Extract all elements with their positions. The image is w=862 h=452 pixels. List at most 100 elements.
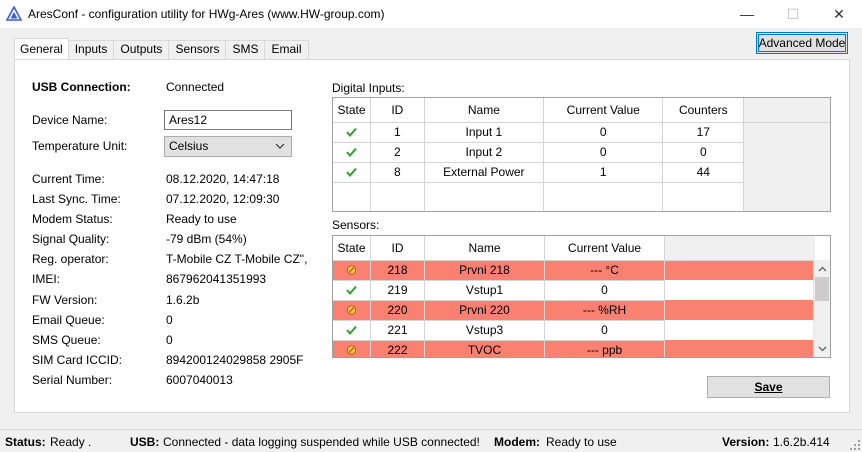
tab-sensors[interactable]: Sensors [168,40,227,59]
error-icon [333,304,370,316]
tab-email[interactable]: Email [264,40,309,59]
modem-status-value: Ready to use [166,212,237,226]
column-header-state[interactable]: State [333,98,371,123]
sensors-scrollbar[interactable] [813,260,830,357]
error-icon [333,264,370,276]
id-cell: 221 [370,320,425,341]
usb-status-label: USB: [130,435,160,449]
close-button[interactable]: ✕ [816,0,862,28]
sms-queue-label: SMS Queue: [32,333,101,347]
maximize-button[interactable]: ☐ [770,0,816,28]
current-time-value: 08.12.2020, 14:47:18 [166,172,280,186]
temperature-unit-select[interactable]: Celsius [164,136,292,157]
check-icon [333,284,370,296]
counter-cell: 0 [662,142,745,163]
name-cell: Vstup3 [424,320,545,341]
state-cell [333,280,371,301]
modem-status-bar-label: Modem: [494,435,540,449]
table-row[interactable]: 222 TVOC --- ppb [333,340,815,357]
state-cell [333,260,371,281]
version-value: 1.6.2b.414 [773,435,830,449]
state-cell [333,122,371,143]
column-header-current-value[interactable]: Current Value [544,236,665,261]
status-bar: Status: Ready . USB: Connected - data lo… [0,429,862,452]
value-cell: --- °C [544,260,665,281]
sensors-title: Sensors: [332,218,380,232]
state-cell [333,162,371,183]
maximize-icon: ☐ [786,5,800,22]
scroll-up-icon[interactable] [814,260,830,277]
last-sync-time-value: 07.12.2020, 12:09:30 [166,192,280,206]
tab-general[interactable]: General [14,38,69,59]
usb-status-value: Connected - data logging suspended while… [163,435,480,449]
state-cell [333,320,371,341]
table-row[interactable]: 221 Vstup3 0 [333,320,815,341]
advanced-mode-button[interactable]: Advanced Mode [756,32,848,54]
save-button[interactable]: Save [707,376,830,398]
value-cell: --- %RH [544,300,665,321]
name-cell: TVOC [424,340,545,357]
error-icon [333,344,370,356]
usb-connection-value: Connected [166,80,225,94]
digital-inputs-title: Digital Inputs: [332,81,405,95]
status-value: Ready . [50,435,92,449]
column-header-current-value[interactable]: Current Value [543,98,664,123]
minimize-button[interactable]: — [724,0,770,28]
modem-status-label: Modem Status: [32,212,113,226]
counter-cell: 17 [662,122,745,143]
resize-grip-icon[interactable] [850,440,860,450]
tab-sms[interactable]: SMS [225,40,266,59]
imei-label: IMEI: [32,272,61,286]
row-filler [664,340,815,357]
current-time-label: Current Time: [32,172,105,186]
row-filler [664,260,815,280]
scrollbar-thumb[interactable] [815,277,829,301]
close-icon: ✕ [833,5,845,22]
check-icon [333,324,370,336]
id-cell: 218 [370,260,425,281]
column-header-id[interactable]: ID [370,98,425,123]
id-cell: 222 [370,340,425,357]
column-header-counters[interactable]: Counters [662,98,745,123]
value-cell: --- ppb [544,340,665,357]
fw-version-label: FW Version: [32,293,98,307]
scroll-down-icon[interactable] [814,340,830,357]
sim-iccid-label: SIM Card ICCID: [32,353,123,367]
name-cell: Input 2 [424,142,545,163]
column-header-name[interactable]: Name [424,98,545,123]
reg-operator-value: T-Mobile CZ T-Mobile CZ", [166,252,308,266]
row-filler [743,122,830,142]
modem-status-bar-value: Ready to use [546,435,617,449]
minimize-icon: — [740,6,754,22]
title-bar: AresConf - configuration utility for HWg… [0,0,862,28]
table-row[interactable]: 8 External Power 1 44 [333,162,830,183]
table-row[interactable]: 2 Input 2 0 0 [333,142,830,163]
signal-quality-value: -79 dBm (54%) [166,232,247,246]
sensors-grid[interactable]: State ID Name Current Value 218 Prvni 21… [332,235,831,358]
reg-operator-label: Reg. operator: [32,252,109,266]
id-cell: 1 [370,122,425,143]
column-header-name[interactable]: Name [424,236,545,261]
header-filler [743,98,830,123]
row-filler [664,320,815,340]
tab-inputs[interactable]: Inputs [67,40,115,59]
column-header-id[interactable]: ID [370,236,425,261]
device-name-field[interactable]: Ares12 [164,110,292,130]
name-cell: Prvni 218 [424,260,545,281]
table-row[interactable]: 219 Vstup1 0 [333,280,815,301]
value-cell: 0 [543,122,664,143]
table-row[interactable]: 220 Prvni 220 --- %RH [333,300,815,321]
id-cell: 219 [370,280,425,301]
header-filler [664,236,815,261]
column-header-state[interactable]: State [333,236,371,261]
value-cell: 0 [544,280,665,301]
digital-inputs-grid[interactable]: State ID Name Current Value Counters 1 I… [332,97,831,212]
tab-outputs[interactable]: Outputs [113,40,170,59]
imei-value: 867962041351993 [166,272,267,286]
table-row[interactable]: 1 Input 1 0 17 [333,122,830,143]
chevron-down-icon [275,140,285,152]
table-row[interactable]: 218 Prvni 218 --- °C [333,260,815,281]
value-cell: 1 [543,162,664,183]
check-icon [333,166,370,178]
state-cell [333,142,371,163]
